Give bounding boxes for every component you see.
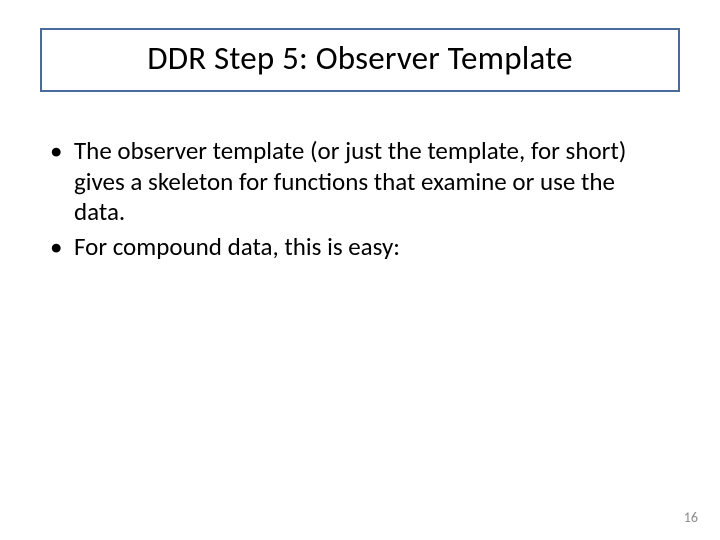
list-item: The observer template (or just the templ… <box>46 136 666 228</box>
bullet-list: The observer template (or just the templ… <box>46 136 666 262</box>
page-number: 16 <box>684 509 698 526</box>
slide-body: The observer template (or just the templ… <box>46 136 666 266</box>
title-box: DDR Step 5: Observer Template <box>40 28 680 92</box>
slide-title: DDR Step 5: Observer Template <box>58 40 662 76</box>
list-item: For compound data, this is easy: <box>46 232 666 263</box>
